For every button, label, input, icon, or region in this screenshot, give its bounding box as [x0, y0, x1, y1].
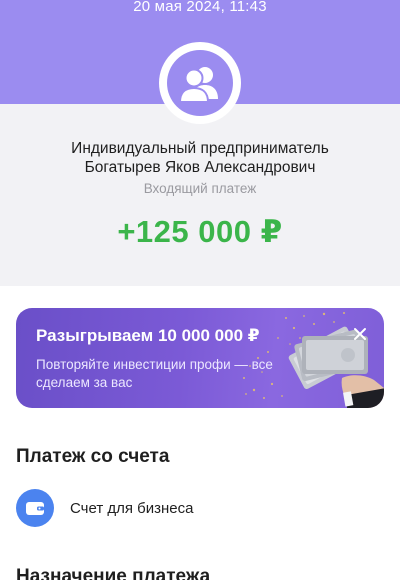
payee-type: Индивидуальный предприниматель [71, 140, 329, 157]
promo-banner[interactable]: Разыгрываем 10 000 000 ₽ Повторяйте инве… [16, 308, 384, 408]
promo-subtitle: Повторяйте инвестиции профи — все сделае… [36, 357, 273, 390]
account-section-title: Платеж со счета [16, 446, 170, 467]
people-icon [167, 50, 233, 116]
payment-amount: +125 000 ₽ [117, 214, 283, 249]
close-icon[interactable] [350, 324, 370, 344]
wallet-icon [16, 489, 54, 527]
transaction-date: 20 мая 2024, 11:43 [133, 0, 267, 15]
payee-name: Богатырев Яков Александрович [84, 159, 316, 176]
account-label: Счет для бизнеса [70, 499, 194, 517]
payment-direction: Входящий платеж [143, 181, 257, 196]
promo-title: Разыгрываем 10 000 000 ₽ [36, 326, 260, 345]
purpose-section-title: Назначение платежа [16, 566, 211, 580]
account-row[interactable]: Счет для бизнеса [16, 489, 193, 527]
avatar [159, 42, 241, 124]
